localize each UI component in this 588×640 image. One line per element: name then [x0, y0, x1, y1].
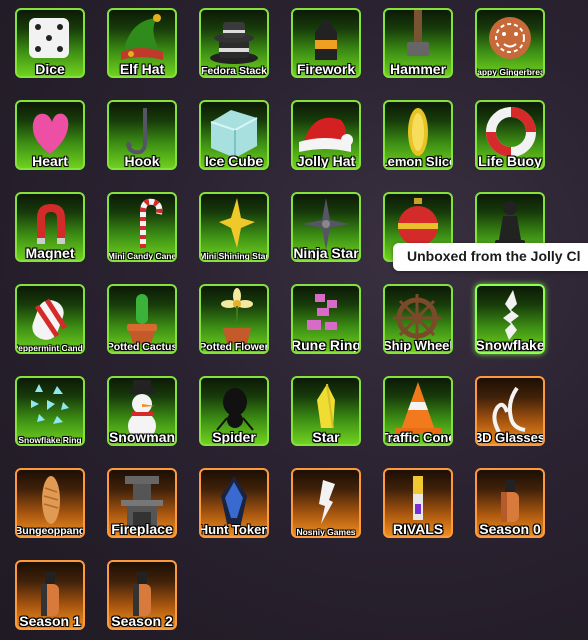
- item-label: Snowflake: [475, 337, 545, 354]
- item-label: RIVALS: [392, 521, 444, 538]
- item-label: Peppermint Candy: [15, 343, 85, 354]
- item-tile-season-1[interactable]: Season 1: [15, 560, 85, 630]
- item-tile-traffic-cone[interactable]: Traffic Cone: [383, 376, 453, 446]
- item-tile-potted-flower[interactable]: Potted Flower: [199, 284, 269, 354]
- item-label: Jolly Hat: [296, 153, 356, 170]
- item-label: Nosniy Games: [296, 527, 356, 538]
- item-tile-nosniy-games[interactable]: Nosniy Games: [291, 468, 361, 538]
- item-label: Spider: [212, 429, 256, 446]
- item-label: Traffic Cone: [383, 430, 453, 446]
- item-label: Fireplace: [111, 521, 173, 538]
- item-label: Season 0: [479, 521, 541, 538]
- item-tile-lemon-slice[interactable]: Lemon Slice: [383, 100, 453, 170]
- item-tile-season-2[interactable]: Season 2: [107, 560, 177, 630]
- item-tile-rune-ring[interactable]: Rune Ring: [291, 284, 361, 354]
- item-tile-3d-glasses[interactable]: 3D Glasses: [475, 376, 545, 446]
- item-tile-hammer[interactable]: Hammer: [383, 8, 453, 78]
- item-tooltip: Unboxed from the Jolly Cl: [393, 243, 588, 271]
- item-label: Mini Candy Cane: [107, 251, 177, 262]
- item-tile-happy-gingerbread[interactable]: Happy Gingerbread: [475, 8, 545, 78]
- item-tile-life-buoy[interactable]: Life Buoy: [475, 100, 545, 170]
- item-tile-ice-cube[interactable]: Ice Cube: [199, 100, 269, 170]
- item-tile-jolly-hat[interactable]: Jolly Hat: [291, 100, 361, 170]
- item-tile-mini-shining-star[interactable]: Mini Shining Star: [199, 192, 269, 262]
- item-label: Lemon Slice: [383, 154, 453, 170]
- item-tile-snowflake-ring[interactable]: Snowflake Ring: [15, 376, 85, 446]
- item-label: Life Buoy: [478, 153, 542, 170]
- item-label: Snowman: [108, 429, 176, 446]
- item-label: Happy Gingerbread: [477, 67, 545, 78]
- item-label: Hammer: [389, 61, 447, 78]
- item-label: Potted Flower: [199, 340, 269, 353]
- item-tile-heart[interactable]: Heart: [15, 100, 85, 170]
- charm-inventory-grid: Dice Elf Hat Fedora Stack Firework Hammer Hap…: [0, 0, 588, 640]
- item-tile-peppermint-candy[interactable]: Peppermint Candy: [15, 284, 85, 354]
- item-label: Mini Shining Star: [199, 251, 269, 262]
- item-label: Bungeoppang: [15, 524, 85, 537]
- item-label: Star: [312, 429, 340, 446]
- item-tile-snowman[interactable]: Snowman: [107, 376, 177, 446]
- item-tile-snowflake[interactable]: Snowflake: [475, 284, 545, 354]
- item-tile-dice[interactable]: Dice: [15, 8, 85, 78]
- item-label: Fedora Stack: [201, 64, 267, 77]
- item-tile-season-0[interactable]: Season 0: [475, 468, 545, 538]
- item-label: Ninja Star: [293, 245, 359, 262]
- item-tile-firework[interactable]: Firework: [291, 8, 361, 78]
- item-label: Elf Hat: [119, 61, 165, 78]
- item-tile-ninja-star[interactable]: Ninja Star: [291, 192, 361, 262]
- item-label: Heart: [32, 153, 68, 170]
- item-tile-elf-hat[interactable]: Elf Hat: [107, 8, 177, 78]
- item-tile-potted-cactus[interactable]: Potted Cactus: [107, 284, 177, 354]
- item-label: Season 1: [19, 613, 81, 630]
- item-label: Season 2: [111, 613, 173, 630]
- item-label: 3D Glasses: [475, 430, 545, 446]
- item-label: Firework: [296, 61, 356, 78]
- item-tile-spider[interactable]: Spider: [199, 376, 269, 446]
- item-tile-ship-wheel[interactable]: Ship Wheel: [383, 284, 453, 354]
- item-label: Dice: [35, 61, 65, 78]
- item-label: Rune Ring: [291, 337, 361, 354]
- item-label: Hunt Token: [199, 522, 269, 538]
- item-tile-bungeoppang[interactable]: Bungeoppang: [15, 468, 85, 538]
- item-label: Potted Cactus: [107, 340, 177, 353]
- item-tile-star[interactable]: Star: [291, 376, 361, 446]
- item-tile-mini-candy-cane[interactable]: Mini Candy Cane: [107, 192, 177, 262]
- item-label: Hook: [124, 153, 160, 170]
- item-tile-hook[interactable]: Hook: [107, 100, 177, 170]
- item-label: Ship Wheel: [383, 338, 453, 354]
- item-label: Ice Cube: [204, 153, 264, 170]
- item-tile-rivals[interactable]: RIVALS: [383, 468, 453, 538]
- item-label: Magnet: [25, 245, 75, 262]
- item-tile-magnet[interactable]: Magnet: [15, 192, 85, 262]
- item-tile-fireplace[interactable]: Fireplace: [107, 468, 177, 538]
- item-label: Snowflake Ring: [18, 435, 82, 446]
- item-tile-fedora-stack[interactable]: Fedora Stack: [199, 8, 269, 78]
- item-tile-hunt-token[interactable]: Hunt Token: [199, 468, 269, 538]
